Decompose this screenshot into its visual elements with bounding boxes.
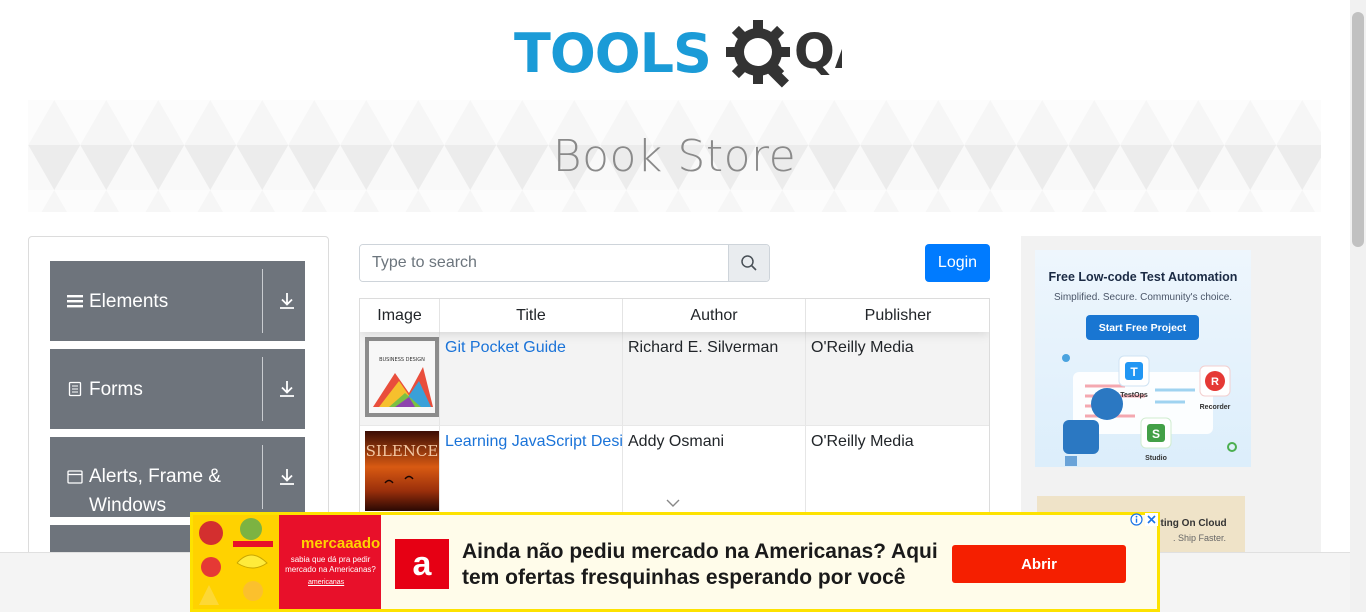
author-cell: Richard E. Silverman	[623, 332, 806, 425]
search-box	[359, 244, 770, 282]
page-banner: Book Store	[28, 100, 1321, 212]
book-cover-image: BUSINESS DESIGN	[365, 337, 439, 417]
search-button[interactable]	[728, 245, 769, 281]
info-icon[interactable]	[1130, 513, 1143, 526]
divider	[262, 445, 263, 509]
ad-message-line: tem ofertas fresquinhas esperando por vo…	[462, 566, 906, 589]
brand-link: americanas	[308, 579, 345, 586]
header-publisher[interactable]: Publisher	[806, 299, 989, 332]
book-title-link[interactable]: Learning JavaScript Design Patterns	[445, 433, 622, 450]
table-header: Image Title Author Publisher	[360, 299, 989, 332]
toolsqa-logo[interactable]: TOOLS QA	[514, 18, 842, 90]
window-icon	[67, 470, 83, 484]
svg-text:T: T	[1130, 365, 1138, 379]
search-input[interactable]	[360, 245, 728, 281]
page-scrollbar[interactable]	[1350, 0, 1366, 612]
ad-message-line: Ainda não pediu mercado na Americanas? A…	[462, 540, 938, 563]
document-icon	[68, 381, 82, 397]
sidebar-group-label: Forms	[89, 378, 143, 400]
header-author[interactable]: Author	[623, 299, 806, 332]
publisher-cell: O'Reilly Media	[811, 339, 914, 356]
brand-title: mercaaado	[301, 535, 381, 552]
svg-text:S: S	[1152, 427, 1160, 441]
download-arrow-icon[interactable]	[277, 467, 297, 487]
ad-product-image: mercaaado sabia que dá pra pedir mercado…	[193, 515, 381, 609]
cover-text: SILENCE	[366, 442, 439, 460]
book-title-link[interactable]: Git Pocket Guide	[445, 339, 566, 356]
logo-text: TOOLS	[514, 22, 712, 85]
gear-magnifier-icon: QA	[726, 20, 842, 88]
logo-suffix: QA	[794, 24, 842, 80]
ad2-subtitle: . Ship Faster.	[1173, 533, 1227, 543]
scrollbar-thumb[interactable]	[1352, 12, 1364, 247]
svg-text:R: R	[1211, 376, 1219, 388]
download-arrow-icon[interactable]	[277, 379, 297, 399]
book-cover-image: SILENCE	[365, 431, 439, 511]
ad-choices[interactable]	[1130, 513, 1158, 527]
download-arrow-icon[interactable]	[277, 291, 297, 311]
divider	[262, 357, 263, 421]
sidebar-group-label: Elements	[89, 290, 169, 312]
ad-card-test-automation[interactable]: Free Low-code Test Automation Simplified…	[1035, 250, 1251, 467]
ad2-title: sting On Cloud	[1155, 518, 1227, 529]
sidebar-group-elements[interactable]: Elements	[50, 261, 305, 341]
sidebar-group-forms[interactable]: Forms	[50, 349, 305, 429]
node-label: Recorder	[1200, 404, 1231, 411]
header-image[interactable]: Image	[360, 299, 440, 332]
ad-illustration: T TestOps R Recorder S Studio	[1062, 354, 1237, 466]
login-button[interactable]: Login	[925, 244, 990, 282]
divider	[262, 269, 263, 333]
ad-message: Ainda não pediu mercado na Americanas? A…	[462, 539, 938, 591]
node-label: TestOps	[1120, 392, 1148, 399]
chevron-down-icon[interactable]	[665, 497, 681, 509]
open-ad-button[interactable]: Abrir	[952, 545, 1126, 583]
hamburger-icon	[67, 295, 83, 308]
close-icon[interactable]	[1145, 513, 1158, 526]
start-free-project-button[interactable]: Start Free Project	[1086, 315, 1199, 340]
title-cell: Git Pocket Guide	[440, 332, 623, 425]
page-title: Book Store	[552, 130, 797, 182]
americanas-logo-icon: a	[395, 539, 449, 589]
brand-subtitle: sabia que dá pra pedir mercado na Americ…	[285, 555, 376, 574]
bottom-advertisement[interactable]: mercaaado sabia que dá pra pedir mercado…	[190, 512, 1160, 612]
ad-heading: Free Low-code Test Automation	[1048, 270, 1238, 284]
search-icon	[741, 255, 757, 271]
header-title[interactable]: Title	[440, 299, 623, 332]
image-cell: BUSINESS DESIGN	[360, 332, 440, 425]
table-row: BUSINESS DESIGN Git Pocket Guide Richard…	[360, 332, 989, 426]
node-label: Studio	[1145, 455, 1167, 462]
ad-subheading: Simplified. Secure. Community's choice.	[1053, 292, 1233, 303]
sidebar-group-alerts[interactable]: Alerts, Frame & Windows	[50, 437, 305, 517]
cover-text: BUSINESS DESIGN	[379, 357, 425, 363]
